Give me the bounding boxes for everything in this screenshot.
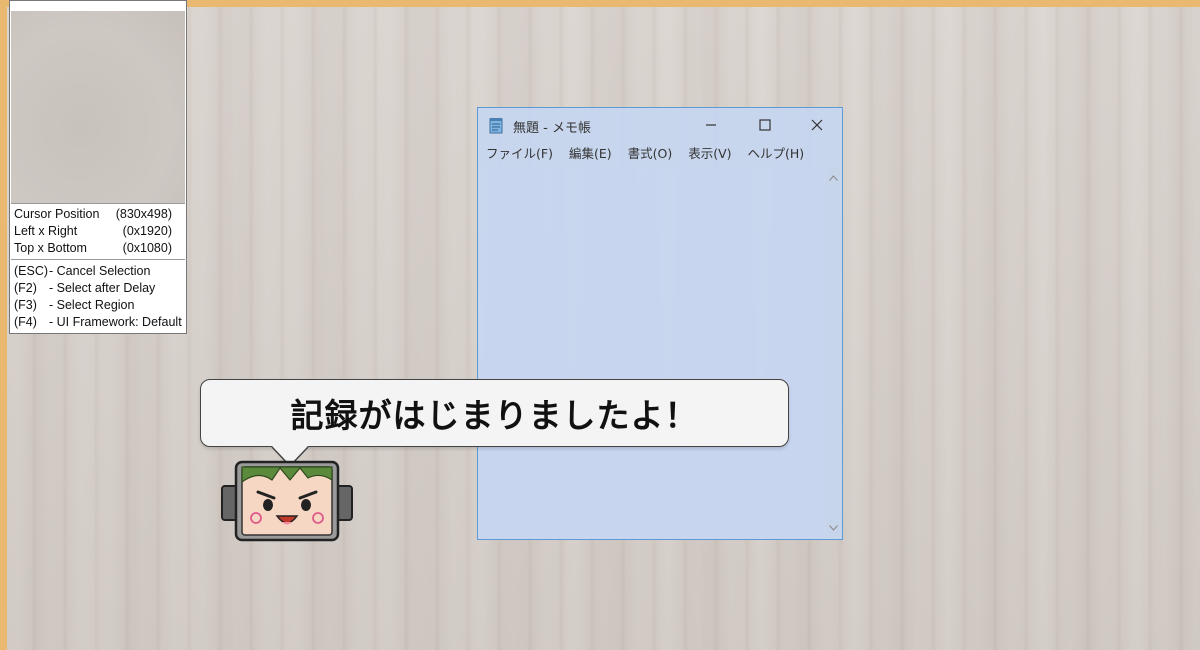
shortcut-f3: (F3) - Select Region (14, 297, 186, 314)
menu-edit[interactable]: 編集(E) (561, 143, 620, 165)
shortcut-desc: - Select Region (49, 298, 135, 312)
magnifier-view (11, 11, 185, 204)
shortcut-desc: - Select after Delay (49, 281, 156, 295)
chevron-up-icon (828, 175, 838, 181)
notepad-icon (489, 118, 503, 134)
info-value: (830x498) (115, 207, 172, 221)
notepad-window[interactable]: 無題 - メモ帳 ファイル(F) 編集(E) 書式(O) 表示(V) ヘルプ(H… (477, 107, 843, 540)
mascot-character-icon (221, 460, 353, 542)
shortcut-desc: - UI Framework: Default (49, 315, 182, 329)
info-divider (11, 259, 185, 260)
shortcut-desc: - Cancel Selection (49, 264, 151, 278)
info-row-left-right: Left x Right (0x1920) (14, 223, 182, 240)
title-bar[interactable]: 無題 - メモ帳 (478, 108, 842, 141)
shortcut-key: (F3) (14, 298, 37, 312)
window-title: 無題 - メモ帳 (513, 121, 591, 136)
shortcut-key: (ESC) (14, 264, 49, 278)
shortcut-list: (ESC) - Cancel Selection (F2) - Select a… (14, 263, 186, 331)
info-label: Cursor Position (14, 207, 100, 221)
info-label: Top x Bottom (14, 241, 87, 255)
menu-format[interactable]: 書式(O) (620, 143, 681, 165)
menu-view[interactable]: 表示(V) (680, 143, 739, 165)
info-row-cursor-position: Cursor Position (830x498) (14, 206, 182, 223)
vertical-scrollbar[interactable] (825, 168, 841, 538)
maximize-icon (759, 118, 771, 131)
info-value: (0x1920) (122, 224, 172, 238)
chevron-down-icon (828, 525, 838, 531)
maximize-button[interactable] (738, 108, 792, 141)
speech-bubble: 記録がはじまりましたよ！ (200, 379, 789, 447)
menu-file[interactable]: ファイル(F) (478, 143, 561, 165)
menu-help[interactable]: ヘルプ(H) (740, 143, 813, 165)
scroll-down-button[interactable] (825, 520, 841, 536)
close-icon (811, 119, 823, 130)
info-value: (0x1080) (122, 241, 172, 255)
info-label: Left x Right (14, 224, 78, 238)
menu-bar: ファイル(F) 編集(E) 書式(O) 表示(V) ヘルプ(H) (478, 143, 842, 165)
minimize-button[interactable] (684, 108, 738, 141)
frame-left-border (0, 0, 7, 650)
bubble-text: 記録がはじまりましたよ！ (290, 396, 699, 435)
shortcut-key: (F2) (14, 281, 37, 295)
shortcut-esc: (ESC) - Cancel Selection (14, 263, 186, 280)
cursor-info-panel: Cursor Position (830x498) Left x Right (… (9, 0, 187, 334)
info-row-top-bottom: Top x Bottom (0x1080) (14, 240, 182, 257)
text-editor[interactable] (480, 168, 826, 538)
shortcut-f2: (F2) - Select after Delay (14, 280, 186, 297)
shortcut-key: (F4) (14, 315, 37, 329)
close-button[interactable] (790, 108, 844, 141)
minimize-icon (706, 123, 716, 126)
scroll-up-button[interactable] (825, 170, 841, 186)
info-rows: Cursor Position (830x498) Left x Right (… (14, 206, 182, 257)
shortcut-f4: (F4) - UI Framework: Default (14, 314, 186, 331)
